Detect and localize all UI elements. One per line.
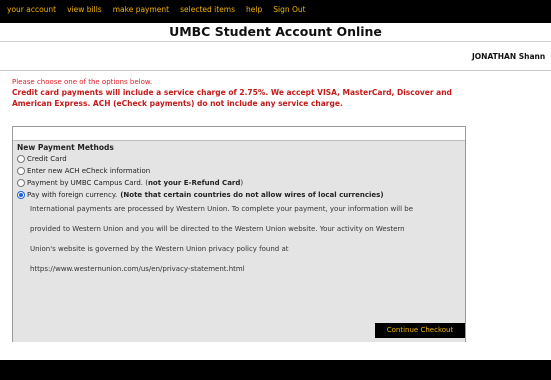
footer-bar [0, 360, 551, 380]
panel-spacer [13, 127, 465, 140]
nav-selected-items[interactable]: selected items [180, 5, 235, 14]
payment-methods-box: New Payment Methods Credit Card Enter ne… [13, 140, 465, 342]
option-credit-card-label: Credit Card [27, 155, 67, 163]
nav-help[interactable]: help [246, 5, 262, 14]
wu-description-line-1: International payments are processed by … [30, 205, 414, 213]
choose-message: Please choose one of the options below. [12, 78, 153, 86]
nav-links: your account view bills make payment select… [7, 5, 317, 14]
payment-panel: New Payment Methods Credit Card Enter ne… [12, 126, 466, 342]
option-campus-card-note: not your E-Refund Card [147, 179, 241, 187]
radio-foreign-currency[interactable] [17, 191, 25, 199]
option-ach-echeck[interactable]: Enter new ACH eCheck information [17, 167, 150, 175]
nav-sign-out[interactable]: Sign Out [273, 5, 305, 14]
wu-privacy-url: https://www.westernunion.com/us/en/priva… [30, 265, 245, 273]
continue-checkout-button[interactable]: Continue Checkout [375, 323, 465, 338]
option-foreign-currency-note: (Note that certain countries do not allo… [120, 191, 384, 199]
top-nav: your account view bills make payment select… [0, 0, 551, 23]
radio-ach-echeck[interactable] [17, 167, 25, 175]
title-bar: UMBC Student Account Online [0, 23, 551, 42]
option-foreign-currency[interactable]: Pay with foreign currency. (Note that ce… [17, 191, 384, 199]
wu-description-line-3: Union's website is governed by the Weste… [30, 245, 289, 253]
option-campus-card-close: ) [240, 179, 244, 187]
option-campus-card-label: Payment by UMBC Campus Card. ( [27, 179, 148, 187]
option-credit-card[interactable]: Credit Card [17, 155, 67, 163]
user-bar: JONATHAN Shann [0, 42, 551, 71]
nav-view-bills[interactable]: view bills [67, 5, 102, 14]
option-ach-label: Enter new ACH eCheck information [27, 167, 151, 175]
radio-campus-card[interactable] [17, 179, 25, 187]
payment-methods-heading: New Payment Methods [17, 143, 114, 152]
nav-make-payment[interactable]: make payment [113, 5, 169, 14]
nav-your-account[interactable]: your account [7, 5, 56, 14]
user-name: JONATHAN Shann [472, 52, 546, 61]
radio-credit-card[interactable] [17, 155, 25, 163]
option-campus-card[interactable]: Payment by UMBC Campus Card. (not your E… [17, 179, 243, 187]
option-foreign-currency-label: Pay with foreign currency. [27, 191, 118, 199]
wu-description-line-2: provided to Western Union and you will b… [30, 225, 405, 233]
service-charge-message: Credit card payments will include a serv… [12, 88, 452, 108]
page-title: UMBC Student Account Online [169, 24, 382, 39]
